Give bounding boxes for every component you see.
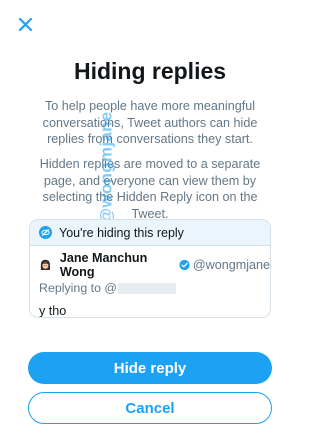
verified-badge-icon	[179, 259, 190, 271]
hide-reply-button[interactable]: Hide reply	[28, 352, 272, 384]
hidden-reply-icon	[39, 226, 52, 239]
dialog-title: Hiding replies	[73, 58, 227, 84]
hidden-reply-banner: You're hiding this reply	[30, 220, 270, 246]
watermark: @wongmjane	[97, 111, 116, 225]
replying-to: Replying to @	[30, 276, 270, 296]
intro-paragraph: To help people have more meaningful conv…	[42, 99, 258, 146]
display-name: Jane Manchun Wong	[59, 251, 148, 279]
close-button[interactable]	[14, 13, 36, 35]
redacted-username	[118, 282, 177, 294]
avatar-icon	[40, 259, 50, 271]
hidden-reply-card: You're hiding this reply Jane Manchun Wo…	[29, 219, 271, 318]
banner-text: You're hiding this reply	[59, 225, 184, 240]
cancel-button[interactable]: Cancel	[28, 392, 272, 424]
explanation-paragraph: Hidden replies are moved to a separate p…	[39, 157, 261, 221]
user-handle: @wongmjane	[192, 258, 271, 272]
replying-to-label: Replying to @	[39, 281, 118, 295]
tweet-header: Jane Manchun Wong @wongmjane	[30, 246, 271, 279]
close-icon	[18, 17, 32, 31]
tweet-text: y tho	[39, 304, 67, 318]
